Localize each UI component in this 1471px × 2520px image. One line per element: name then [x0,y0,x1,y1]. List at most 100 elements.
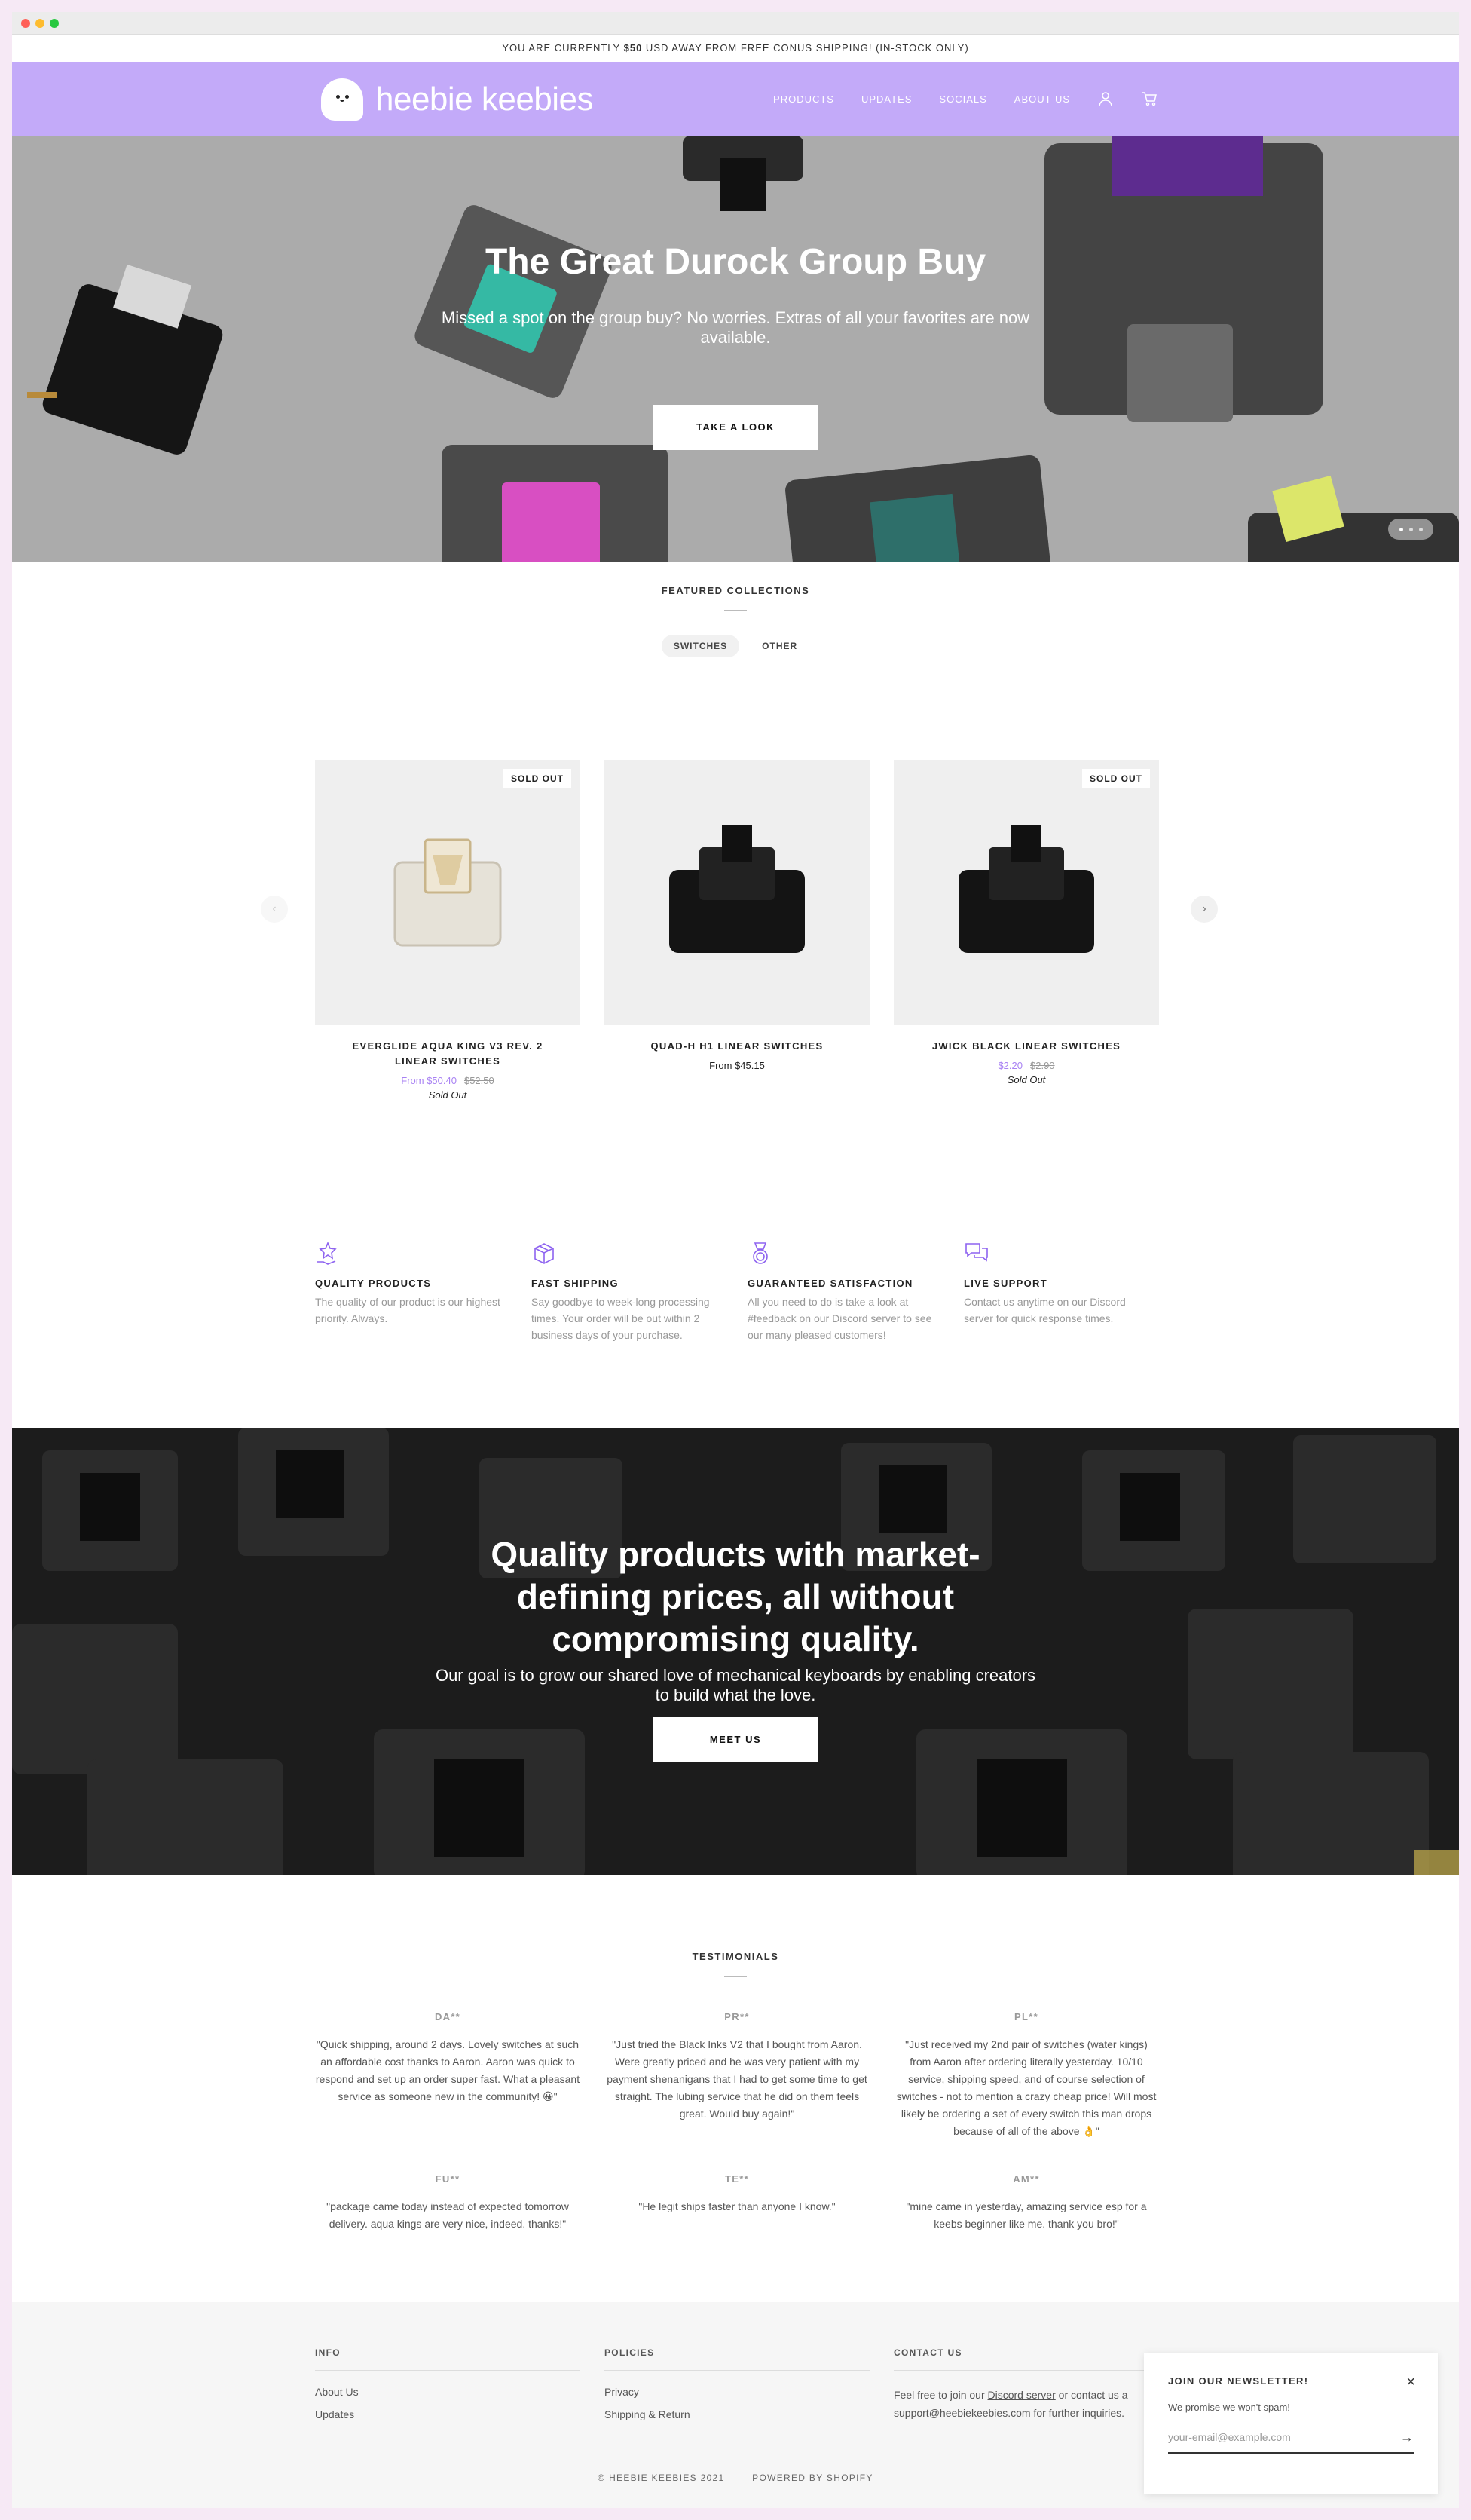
clear-switch-image [393,838,502,947]
email-field[interactable] [1168,2431,1394,2443]
feature-title: QUALITY PRODUCTS [315,1278,432,1289]
product-name[interactable]: EVERGLIDE AQUA KING V3 REV. 2 LINEAR SWI… [315,1039,580,1069]
testimonial-quote: "He legit ships faster than anyone I kno… [638,2200,836,2212]
product-image[interactable] [604,760,870,1025]
about-subtitle: Our goal is to grow our shared love of m… [435,1666,1036,1704]
testimonial-card: DA** "Quick shipping, around 2 days. Lov… [315,2011,580,2140]
testimonial-author: AM** [1013,2173,1040,2185]
browser-window: YOU ARE CURRENTLY $50 USD AWAY FROM FREE… [12,12,1459,2508]
about-content: Quality products with market-defining pr… [12,1533,1459,1762]
testimonials-section: TESTIMONIALS DA** "Quick shipping, aroun… [12,1951,1459,2230]
switch-image-dark [785,455,1051,562]
carousel-prev-button[interactable]: ‹ [261,896,288,923]
title-divider [724,610,747,611]
brand-name: heebie keebies [375,81,594,118]
footer-heading: INFO [315,2347,580,2371]
testimonial-author: PL** [1014,2011,1038,2022]
newsletter-subtitle: We promise we won't spam! [1168,2402,1290,2413]
window-chrome [12,12,1459,35]
newsletter-form: → [1168,2430,1414,2454]
slide-dot[interactable] [1418,527,1423,531]
nav-products[interactable]: PRODUCTS [773,93,834,105]
hero-slideshow: The Great Durock Group Buy Missed a spot… [12,136,1459,562]
black-switch-image [959,825,1094,953]
discord-server-link[interactable]: Discord server [988,2389,1056,2401]
about-banner: Quality products with market-defining pr… [12,1428,1459,1875]
testimonial-author: PR** [724,2011,750,2022]
slide-dots [1388,519,1433,540]
product-card[interactable]: SOLD OUT JWICK BLACK LINEAR SWITCHES $2.… [894,760,1159,1101]
announcement-amount: $50 [623,42,643,54]
sold-out-label: Sold Out [428,1089,467,1101]
footer-link-about-us[interactable]: About Us [315,2386,580,2398]
testimonial-card: FU** "package came today instead of expe… [315,2173,580,2233]
testimonial-quote: "package came today instead of expected … [326,2200,569,2230]
product-card[interactable]: QUAD-H H1 LINEAR SWITCHES From $45.15 [604,760,870,1101]
footer-policies: POLICIES Privacy Shipping & Return [604,2347,870,2422]
footer-link-privacy[interactable]: Privacy [604,2386,870,2398]
tab-other[interactable]: OTHER [750,635,809,657]
product-price: From $45.15 [604,1060,870,1071]
testimonial-grid: DA** "Quick shipping, around 2 days. Lov… [315,2011,1159,2233]
nav-updates[interactable]: UPDATES [861,93,912,105]
footer-link-shipping-return[interactable]: Shipping & Return [604,2408,870,2420]
powered-by-link[interactable]: POWERED BY SHOPIFY [752,2473,873,2483]
product-image[interactable]: SOLD OUT [894,760,1159,1025]
feature-title: FAST SHIPPING [531,1278,619,1289]
feature-text: All you need to do is take a look at #fe… [748,1296,932,1341]
announcement-bar: YOU ARE CURRENTLY $50 USD AWAY FROM FREE… [12,35,1459,62]
product-carousel: SOLD OUT EVERGLIDE AQUA KING V3 REV. 2 L… [315,760,1159,1101]
footer-columns: INFO About Us Updates POLICIES Privacy S… [315,2347,1159,2422]
sale-price: From $50.40 [401,1075,457,1086]
sold-out-label: Sold Out [1007,1074,1046,1085]
product-image[interactable]: SOLD OUT [315,760,580,1025]
main-nav: PRODUCTS UPDATES SOCIALS ABOUT US [773,62,1158,136]
feature-quality: QUALITY PRODUCTS The quality of our prod… [315,1241,531,1343]
switch-image-pink [442,445,668,562]
box-icon [534,1243,554,1264]
announcement-prefix: YOU ARE CURRENTLY [502,42,624,54]
slide-dot[interactable] [1408,527,1413,531]
footer-contact: CONTACT US Feel free to join our Discord… [894,2347,1159,2422]
contact-text: Feel free to join our Discord server or … [894,2386,1159,2422]
testimonial-card: AM** "mine came in yesterday, amazing se… [894,2173,1159,2233]
minimize-window-button[interactable] [35,19,44,28]
site-header: heebie keebies PRODUCTS UPDATES SOCIALS … [12,62,1459,136]
announcement-suffix: USD AWAY FROM FREE CONUS SHIPPING! (IN-S… [642,42,969,54]
maximize-window-button[interactable] [50,19,59,28]
tab-switches[interactable]: SWITCHES [661,635,740,657]
product-card[interactable]: SOLD OUT EVERGLIDE AQUA KING V3 REV. 2 L… [315,760,580,1101]
features-row: QUALITY PRODUCTS The quality of our prod… [315,1241,1180,1343]
testimonial-quote: "Just tried the Black Inks V2 that I bou… [607,2038,867,2120]
brand-logo[interactable]: heebie keebies [321,78,594,121]
about-title: Quality products with market-defining pr… [491,1535,980,1658]
compare-price: $2.90 [1030,1060,1055,1071]
meet-us-button[interactable]: MEET US [653,1717,818,1762]
slide-dot[interactable] [1399,527,1403,531]
product-name[interactable]: JWICK BLACK LINEAR SWITCHES [894,1039,1159,1054]
chat-icon [965,1243,988,1262]
feature-satisfaction: GUARANTEED SATISFACTION All you need to … [748,1241,964,1343]
testimonial-author: DA** [434,2011,461,2022]
product-name[interactable]: QUAD-H H1 LINEAR SWITCHES [604,1039,870,1054]
nav-socials[interactable]: SOCIALS [939,93,986,105]
footer-heading: CONTACT US [894,2347,1159,2371]
close-window-button[interactable] [21,19,30,28]
close-icon[interactable]: × [1406,2374,1415,2391]
product-price: $2.20 $2.90 [894,1060,1159,1071]
take-a-look-button[interactable]: TAKE A LOOK [653,405,818,450]
arrow-right-icon[interactable]: → [1400,2430,1414,2445]
footer-link-updates[interactable]: Updates [315,2408,580,2420]
user-icon[interactable] [1097,90,1114,107]
feature-support: LIVE SUPPORT Contact us anytime on our D… [964,1241,1180,1343]
medal-icon [753,1242,768,1264]
hero-subtitle: Missed a spot on the group buy? No worri… [441,308,1030,347]
contact-suffix: or contact us a [1055,2389,1128,2401]
contact-email-line: support@heebiekeebies.com for further in… [894,2407,1125,2419]
carousel-next-button[interactable]: › [1191,896,1218,923]
regular-price: From $45.15 [709,1060,765,1071]
footer-heading: POLICIES [604,2347,870,2371]
testimonial-quote: "mine came in yesterday, amazing service… [906,2200,1147,2230]
nav-about-us[interactable]: ABOUT US [1014,93,1070,105]
cart-icon[interactable] [1141,90,1158,107]
